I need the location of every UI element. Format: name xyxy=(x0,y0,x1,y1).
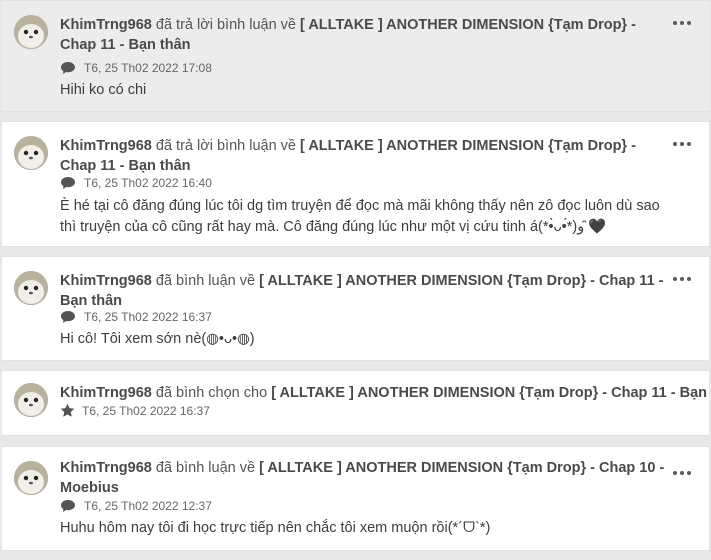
avatar[interactable] xyxy=(14,461,48,495)
timestamp: T6, 25 Th02 2022 16:40 xyxy=(84,176,212,190)
notification-item[interactable]: KhimTrng968 đã trả lời bình luận về [ AL… xyxy=(2,0,709,112)
notification-headline: KhimTrng968 đã trả lời bình luận về [ AL… xyxy=(60,15,665,55)
timestamp: T6, 25 Th02 2022 16:37 xyxy=(84,310,212,324)
comment-text: Hihi ko có chi xyxy=(60,82,147,98)
dot-icon xyxy=(680,277,684,281)
comment-icon xyxy=(61,177,75,189)
action-text: đã bình chọn cho xyxy=(155,385,268,401)
comment-text: È hé tại cô đăng đúng lúc tôi dg tìm tru… xyxy=(60,198,660,235)
dot-icon xyxy=(680,142,684,146)
comment-text: Hi cô! Tôi xem sớn nè(◍•ᴗ•◍) xyxy=(60,331,255,347)
action-text: đã trả lời bình luận về xyxy=(155,17,296,33)
username-link[interactable]: KhimTrng968 xyxy=(60,385,152,401)
timestamp: T6, 25 Th02 2022 12:37 xyxy=(84,499,212,513)
notification-headline: KhimTrng968 đã bình luận về [ ALLTAKE ] … xyxy=(60,458,665,498)
notification-headline: KhimTrng968 đã bình chọn cho [ ALLTAKE ]… xyxy=(60,383,711,403)
notification-item[interactable]: KhimTrng968 đã bình luận về [ ALLTAKE ] … xyxy=(2,446,709,551)
comment-icon xyxy=(61,311,75,323)
dot-icon xyxy=(687,21,691,25)
more-options-button[interactable] xyxy=(673,275,691,283)
username-link[interactable]: KhimTrng968 xyxy=(60,17,152,33)
action-text: đã bình luận về xyxy=(155,273,256,289)
more-options-button[interactable] xyxy=(673,469,691,477)
more-options-button[interactable] xyxy=(673,140,691,148)
dot-icon xyxy=(673,21,677,25)
star-icon xyxy=(60,403,75,417)
avatar[interactable] xyxy=(14,271,48,305)
action-text: đã trả lời bình luận về xyxy=(155,138,296,154)
notification-item[interactable]: KhimTrng968 đã trả lời bình luận về [ AL… xyxy=(2,121,709,247)
timestamp: T6, 25 Th02 2022 16:37 xyxy=(82,404,210,418)
dot-icon xyxy=(687,142,691,146)
action-text: đã bình luận về xyxy=(155,460,256,476)
username-link[interactable]: KhimTrng968 xyxy=(60,138,152,154)
notification-headline: KhimTrng968 đã bình luận về [ ALLTAKE ] … xyxy=(60,271,665,311)
dot-icon xyxy=(687,277,691,281)
comment-icon xyxy=(61,500,75,512)
notification-headline: KhimTrng968 đã trả lời bình luận về [ AL… xyxy=(60,136,665,176)
dot-icon xyxy=(673,277,677,281)
avatar[interactable] xyxy=(14,136,48,170)
comment-text: Huhu hôm nay tôi đi học trực tiếp nên ch… xyxy=(60,520,491,536)
dot-icon xyxy=(680,21,684,25)
dot-icon xyxy=(680,471,684,475)
dot-icon xyxy=(673,142,677,146)
dot-icon xyxy=(673,471,677,475)
username-link[interactable]: KhimTrng968 xyxy=(60,273,152,289)
avatar[interactable] xyxy=(14,15,48,49)
avatar[interactable] xyxy=(14,383,48,417)
timestamp: T6, 25 Th02 2022 17:08 xyxy=(84,61,212,75)
notification-item[interactable]: KhimTrng968 đã bình chọn cho [ ALLTAKE ]… xyxy=(2,370,711,436)
more-options-button[interactable] xyxy=(673,19,691,27)
story-link[interactable]: [ ALLTAKE ] ANOTHER DIMENSION {Tạm Drop}… xyxy=(271,385,711,401)
comment-icon xyxy=(61,62,75,74)
dot-icon xyxy=(687,471,691,475)
notification-item[interactable]: KhimTrng968 đã bình luận về [ ALLTAKE ] … xyxy=(2,256,709,361)
username-link[interactable]: KhimTrng968 xyxy=(60,460,152,476)
